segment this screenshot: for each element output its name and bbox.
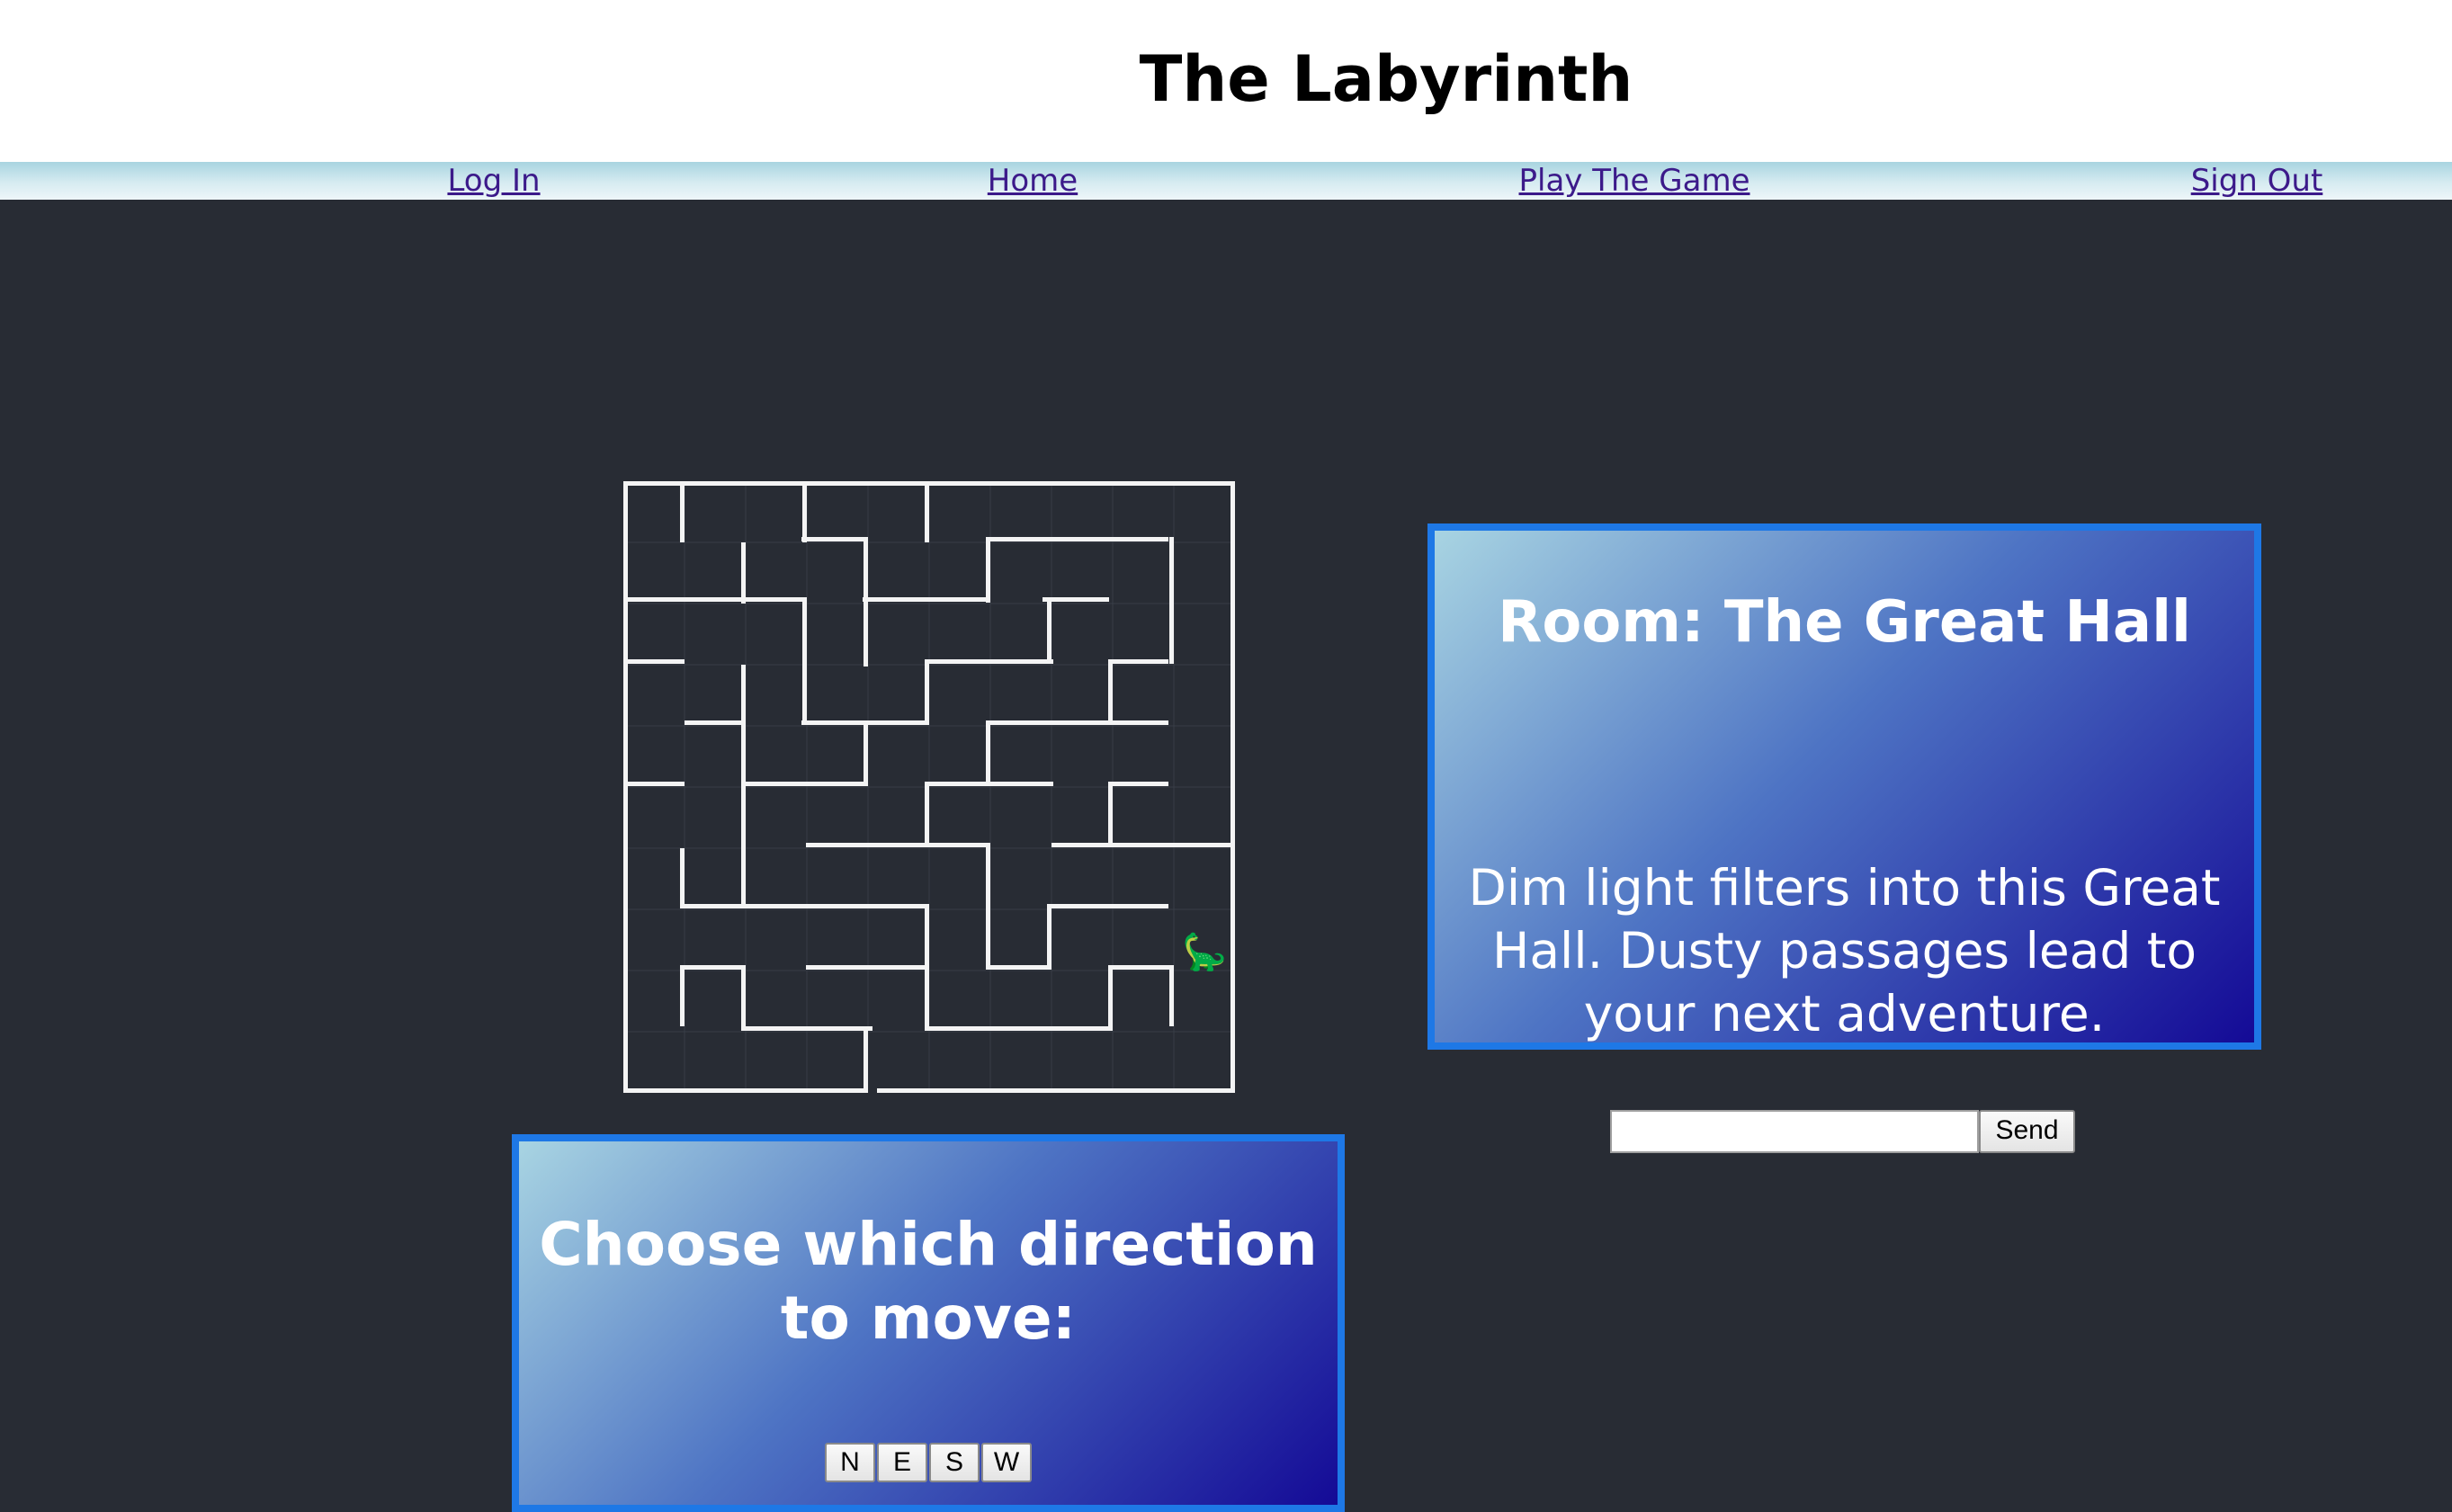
maze-board: 🦕 xyxy=(623,481,1235,1093)
site-header: The Labyrinth xyxy=(0,0,2452,162)
movement-prompt: Choose which direction to move: xyxy=(539,1210,1318,1353)
room-title: Room: The Great Hall xyxy=(1498,589,2191,656)
message-input[interactable] xyxy=(1610,1110,1979,1153)
move-west-button[interactable]: W xyxy=(981,1443,1032,1482)
movement-panel: Choose which direction to move: N E S W xyxy=(512,1134,1345,1512)
move-north-button[interactable]: N xyxy=(825,1443,875,1482)
nav-link-play-the-game[interactable]: Play The Game xyxy=(1519,162,1750,200)
room-description: Dim light filters into this Great Hall. … xyxy=(1468,859,2221,1042)
move-south-button[interactable]: S xyxy=(929,1443,980,1482)
nav-link-home[interactable]: Home xyxy=(988,162,1078,200)
nav-link-log-in[interactable]: Log In xyxy=(447,162,540,200)
navbar: Log In Home Play The Game Sign Out xyxy=(0,162,2452,200)
site-title: The Labyrinth xyxy=(1139,42,1633,116)
nav-link-sign-out[interactable]: Sign Out xyxy=(2191,162,2323,200)
player-dinosaur-icon: 🦕 xyxy=(1182,931,1227,973)
move-east-button[interactable]: E xyxy=(877,1443,927,1482)
room-panel: Room: The Great Hall Dim light filters i… xyxy=(1427,523,2261,1050)
direction-buttons: N E S W xyxy=(519,1443,1338,1482)
send-button[interactable]: Send xyxy=(1979,1110,2075,1153)
